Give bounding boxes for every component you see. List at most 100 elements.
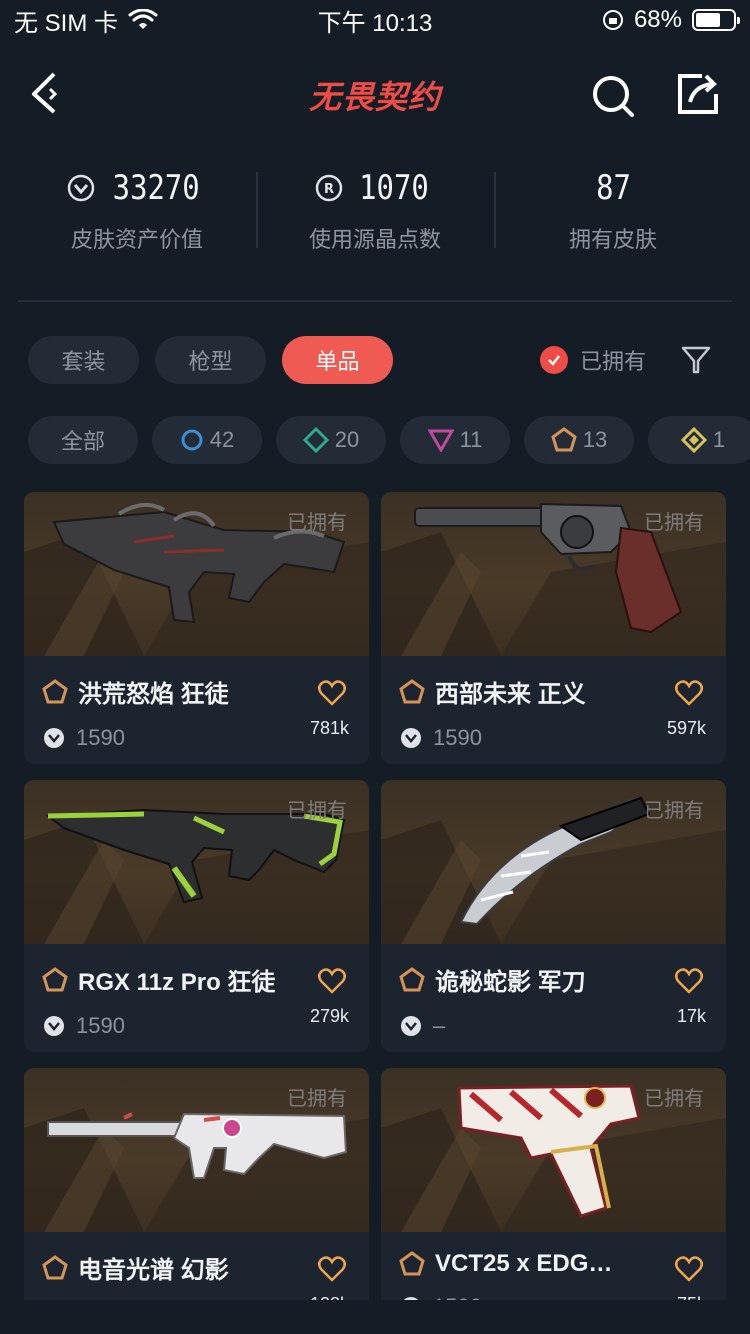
bottom-edge xyxy=(0,1300,750,1334)
stat-label: 使用源晶点数 xyxy=(308,227,441,252)
owned-filter-toggle[interactable]: 已拥有 xyxy=(540,340,646,380)
tab-single[interactable]: 单品 xyxy=(282,336,393,384)
share-icon[interactable] xyxy=(672,68,722,118)
exclusive-tier-icon xyxy=(42,966,68,991)
status-bar: 无 SIM 卡 下午 10:13 68% xyxy=(0,0,750,40)
svg-text:R: R xyxy=(324,182,334,197)
heart-icon[interactable] xyxy=(317,1254,347,1284)
chip-all[interactable]: 全部 xyxy=(28,416,138,464)
exclusive-tier-icon xyxy=(42,678,68,703)
skin-count: 781k xyxy=(309,718,349,738)
stat-value: 87 xyxy=(595,168,631,208)
tab-weapon-type[interactable]: 枪型 xyxy=(155,336,266,384)
vp-coin-icon xyxy=(44,1016,64,1036)
rotation-lock-icon xyxy=(602,10,623,30)
divider xyxy=(18,300,732,302)
skin-card[interactable]: 已拥有 洪荒怒焰 狂徒 1590 781k xyxy=(24,492,369,764)
skin-price: 1590 xyxy=(76,1013,125,1038)
exclusive-tier-icon xyxy=(399,966,425,991)
chip-label: 1 xyxy=(712,427,726,452)
carrier-label: 无 SIM 卡 xyxy=(14,9,119,37)
exclusive-tier-icon xyxy=(399,678,425,703)
chip-ultra-tier[interactable]: 1 xyxy=(648,416,750,464)
stat-label: 皮肤资产价值 xyxy=(70,227,203,252)
chip-label: 42 xyxy=(209,427,235,452)
owned-badge: 已拥有 xyxy=(644,800,704,822)
back-icon[interactable] xyxy=(24,68,74,118)
stats-panel: 33270 皮肤资产价值 R 1070 使用源晶点数 87 拥有皮肤 xyxy=(18,164,732,274)
category-tabs: 套装 枪型 单品 xyxy=(28,336,393,384)
skin-card[interactable]: 已拥有 VCT25 x EDG… 1590 75k xyxy=(381,1068,726,1334)
skin-image: 已拥有 xyxy=(24,780,369,944)
stat-value: 1070 xyxy=(359,168,429,208)
skin-price: 1590 xyxy=(433,725,482,750)
skin-image: 已拥有 xyxy=(381,1068,726,1232)
stat-radianite: R 1070 使用源晶点数 xyxy=(256,164,494,274)
select-tier-icon xyxy=(181,429,203,451)
skin-image: 已拥有 xyxy=(24,1068,369,1232)
ultra-tier-icon xyxy=(680,427,707,453)
vp-coin-icon xyxy=(44,728,64,748)
skin-image: 已拥有 xyxy=(381,492,726,656)
heart-icon[interactable] xyxy=(317,678,347,708)
stat-value: 33270 xyxy=(112,168,200,208)
filter-icon[interactable] xyxy=(680,344,712,376)
heart-icon[interactable] xyxy=(674,1254,704,1284)
owned-badge: 已拥有 xyxy=(287,800,347,822)
owned-badge: 已拥有 xyxy=(644,512,704,534)
chip-label: 全部 xyxy=(60,429,105,454)
chip-label: 11 xyxy=(459,427,483,452)
header: 无畏契约 xyxy=(0,48,750,138)
heart-icon[interactable] xyxy=(674,966,704,996)
chip-exclusive-tier[interactable]: 13 xyxy=(524,416,634,464)
premium-tier-icon xyxy=(427,429,454,452)
deluxe-tier-icon xyxy=(302,427,329,453)
vp-coin-icon xyxy=(67,174,95,202)
skin-image: 已拥有 xyxy=(24,492,369,656)
chip-deluxe-tier[interactable]: 20 xyxy=(276,416,386,464)
skin-name: VCT25 x EDG… xyxy=(435,1250,613,1277)
owned-badge: 已拥有 xyxy=(644,1088,704,1110)
skin-name: 电音光谱 幻影 xyxy=(78,1257,229,1284)
skin-name: RGX 11z Pro 狂徒 xyxy=(78,969,276,996)
chip-label: 13 xyxy=(582,427,608,452)
search-icon[interactable] xyxy=(588,70,638,120)
chip-label: 20 xyxy=(334,427,360,452)
stat-owned-skins: 87 拥有皮肤 xyxy=(494,164,732,274)
chip-premium-tier[interactable]: 11 xyxy=(400,416,510,464)
skin-name: 西部未来 正义 xyxy=(435,681,586,708)
vp-coin-icon xyxy=(401,1016,421,1036)
stat-label: 拥有皮肤 xyxy=(568,227,657,252)
skin-card[interactable]: 已拥有 诡秘蛇影 军刀 – 17k xyxy=(381,780,726,1052)
skin-card[interactable]: 已拥有 电音光谱 幻影 1590 138k xyxy=(24,1068,369,1334)
check-icon xyxy=(540,346,568,374)
exclusive-tier-icon xyxy=(399,1251,425,1276)
skin-card[interactable]: 已拥有 西部未来 正义 1590 597k xyxy=(381,492,726,764)
skin-price: 1590 xyxy=(76,725,125,750)
skin-count: 17k xyxy=(676,1006,706,1026)
skin-name: 洪荒怒焰 狂徒 xyxy=(78,681,229,708)
owned-badge: 已拥有 xyxy=(287,1088,347,1110)
tab-bundle[interactable]: 套装 xyxy=(28,336,139,384)
owned-badge: 已拥有 xyxy=(287,512,347,534)
skin-count: 597k xyxy=(666,718,706,738)
owned-filter-label: 已拥有 xyxy=(580,349,647,374)
skin-count: 279k xyxy=(309,1006,349,1026)
battery-percent: 68% xyxy=(633,6,682,33)
exclusive-tier-icon xyxy=(551,427,577,452)
heart-icon[interactable] xyxy=(674,678,704,708)
battery-icon xyxy=(692,9,740,31)
heart-icon[interactable] xyxy=(317,966,347,996)
exclusive-tier-icon xyxy=(42,1254,68,1279)
skin-grid: 已拥有 洪荒怒焰 狂徒 1590 781k 已拥有 西部未来 正义 1590 5… xyxy=(24,492,726,1334)
stat-skin-value: 33270 皮肤资产价值 xyxy=(18,164,256,274)
skin-card[interactable]: 已拥有 RGX 11z Pro 狂徒 1590 279k xyxy=(24,780,369,1052)
radianite-icon: R xyxy=(315,174,343,202)
vp-coin-icon xyxy=(401,728,421,748)
rarity-chips: 全部 42 20 11 13 1 xyxy=(28,416,750,464)
skin-image: 已拥有 xyxy=(381,780,726,944)
wifi-icon xyxy=(128,9,158,29)
chip-select-tier[interactable]: 42 xyxy=(152,416,262,464)
skin-price: – xyxy=(433,1013,446,1038)
skin-name: 诡秘蛇影 军刀 xyxy=(435,969,586,996)
